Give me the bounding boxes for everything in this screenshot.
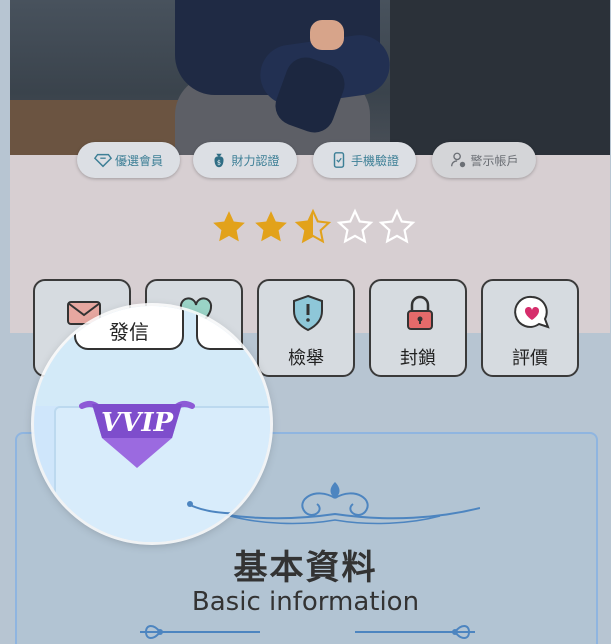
magnified-favorite-button[interactable] <box>196 306 270 350</box>
star-rating <box>210 208 416 246</box>
star-empty-icon <box>336 208 374 244</box>
action-label: 封鎖 <box>400 348 436 369</box>
badge-label: 手機驗證 <box>350 153 399 168</box>
star-half-icon <box>294 208 332 244</box>
review-button[interactable]: 評價 <box>481 279 579 377</box>
magnifier-lens: 發信 VVIP <box>34 306 270 542</box>
report-button[interactable]: 檢舉 <box>257 279 355 377</box>
app-screen: 優選會員 $ 財力認證 手機驗證 警示帳戶 發信 收藏 檢舉 封鎖 <box>0 0 611 644</box>
action-label: 檢舉 <box>288 348 324 369</box>
section-title: 基本資料 <box>233 548 378 588</box>
badge-label: 優選會員 <box>114 153 163 168</box>
badge-premium-member: 優選會員 <box>77 142 180 178</box>
badge-label: 警示帳戶 <box>470 153 519 168</box>
divider-ornament-icon <box>140 625 475 639</box>
phone-icon <box>333 152 345 168</box>
vvip-badge-icon: VVIP <box>79 400 195 468</box>
section-subtitle: Basic information <box>191 587 420 617</box>
lock-icon <box>407 295 433 330</box>
badge-phone-verified: 手機驗證 <box>313 142 416 178</box>
block-button[interactable]: 封鎖 <box>369 279 467 377</box>
star-empty-icon <box>378 208 416 244</box>
warning-user-icon <box>451 152 466 168</box>
star-full-icon <box>255 211 287 242</box>
shield-icon <box>293 294 323 332</box>
profile-photo <box>10 0 610 155</box>
badge-label: 財力認證 <box>231 153 280 168</box>
svg-text:$: $ <box>217 160 221 167</box>
badge-financial-verified: $ 財力認證 <box>193 142 297 178</box>
diamond-icon <box>93 153 112 168</box>
money-bag-icon: $ <box>214 153 224 168</box>
star-full-icon <box>213 211 245 242</box>
comment-heart-icon <box>514 295 550 329</box>
badge-warning-account: 警示帳戶 <box>432 142 536 178</box>
magnified-button-label: 發信 <box>109 320 149 344</box>
magnified-flourish-icon <box>187 501 270 515</box>
action-label: 評價 <box>512 348 548 369</box>
magnified-send-mail-button[interactable]: 發信 <box>74 306 184 350</box>
vvip-badge-text: VVIP <box>101 408 175 438</box>
